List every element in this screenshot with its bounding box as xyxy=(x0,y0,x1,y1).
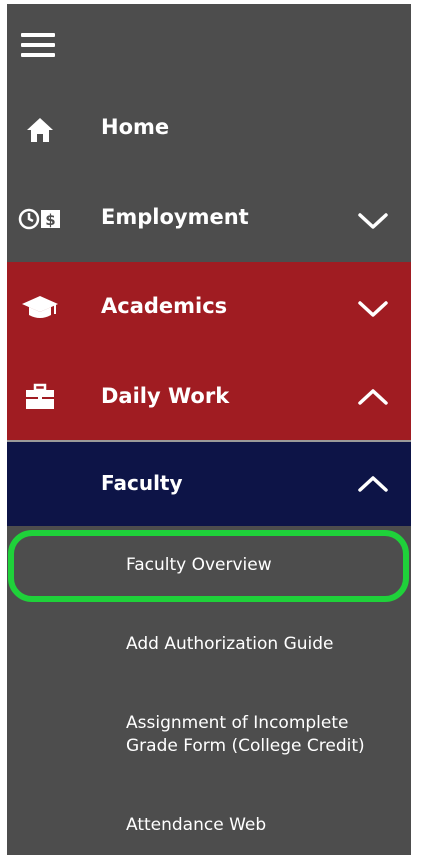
graduation-cap-icon xyxy=(17,292,63,322)
submenu-item-assignment-of-incomplete[interactable]: Assignment of Incomplete Grade Form (Col… xyxy=(7,704,411,768)
submenu-item-faculty-overview[interactable]: Faculty Overview xyxy=(7,544,411,588)
chevron-down-icon[interactable] xyxy=(357,211,389,231)
svg-text:$: $ xyxy=(45,211,55,229)
submenu-item-label: Add Authorization Guide xyxy=(126,634,334,654)
chevron-down-icon[interactable] xyxy=(357,299,389,319)
screenshot-frame: Home $ Employment Academics Daily Work F… xyxy=(0,0,423,855)
clock-money-icon: $ xyxy=(17,204,63,234)
submenu-item-label-line1: Assignment of Incomplete xyxy=(126,713,349,733)
submenu-item-label-line2: Grade Form (College Credit) xyxy=(126,736,365,756)
submenu-item-label: Attendance Web xyxy=(126,815,267,835)
navigation-sidebar: Home $ Employment Academics Daily Work F… xyxy=(7,4,411,855)
nav-item-label: Faculty xyxy=(101,471,183,495)
nav-item-employment[interactable]: $ Employment xyxy=(7,188,411,252)
nav-item-faculty[interactable]: Faculty xyxy=(7,442,411,526)
chevron-up-icon[interactable] xyxy=(357,474,389,494)
submenu-item-attendance-web[interactable]: Attendance Web xyxy=(7,804,411,848)
nav-item-label: Home xyxy=(101,115,170,139)
nav-item-label: Daily Work xyxy=(101,384,230,408)
chevron-up-icon[interactable] xyxy=(357,387,389,407)
nav-item-academics[interactable]: Academics xyxy=(7,262,411,352)
briefcase-icon xyxy=(17,382,63,412)
submenu-item-label: Faculty Overview xyxy=(126,555,272,575)
home-icon xyxy=(17,115,63,145)
nav-item-home[interactable]: Home xyxy=(7,100,411,160)
submenu-item-add-authorization-guide[interactable]: Add Authorization Guide xyxy=(7,624,411,668)
nav-item-label: Employment xyxy=(101,205,249,229)
nav-item-daily-work[interactable]: Daily Work xyxy=(7,352,411,440)
nav-item-label: Academics xyxy=(101,294,228,318)
hamburger-menu-icon[interactable] xyxy=(21,33,55,59)
